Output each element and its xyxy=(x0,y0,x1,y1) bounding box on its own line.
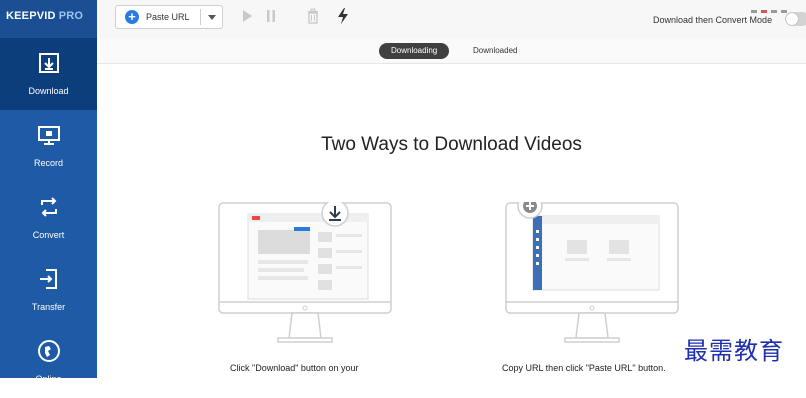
pause-icon[interactable] xyxy=(263,7,279,25)
sidebar-item-label: Transfer xyxy=(31,302,66,312)
convert-icon xyxy=(41,197,57,217)
download-convert-mode-toggle[interactable] xyxy=(785,12,806,26)
trash-icon[interactable] xyxy=(305,7,321,25)
sidebar-item-transfer[interactable]: Transfer xyxy=(0,254,97,326)
play-icon[interactable] xyxy=(239,7,255,25)
online-icon xyxy=(38,340,60,362)
app-logo: KEEPVID PRO xyxy=(0,0,97,38)
way2-caption: Copy URL then click "Paste URL" button. xyxy=(502,363,666,373)
paste-url-illustration xyxy=(505,202,679,343)
button-divider xyxy=(200,9,201,25)
download-tabs: Downloading Downloaded xyxy=(97,38,806,64)
way1-caption: Click "Download" button on your xyxy=(230,363,359,373)
tab-downloaded[interactable]: Downloaded xyxy=(461,43,529,59)
toolbar: + Paste URL Download then Convert Mode xyxy=(97,0,806,39)
paste-url-label: Paste URL xyxy=(146,12,190,22)
sidebar-item-download[interactable]: Download xyxy=(0,38,97,110)
turbo-icon[interactable] xyxy=(335,7,351,25)
transfer-icon xyxy=(40,269,57,289)
sidebar-item-label: Online xyxy=(35,374,62,384)
record-icon xyxy=(38,126,60,145)
tab-downloading[interactable]: Downloading xyxy=(379,43,450,59)
watermark: 最需教育 xyxy=(684,337,784,365)
sidebar-item-label: Download xyxy=(28,86,69,96)
download-icon xyxy=(39,53,59,73)
sidebar-item-record[interactable]: Record xyxy=(0,110,97,182)
window-controls[interactable] xyxy=(751,0,806,13)
sidebar: KEEPVID PRO Download Record Convert Tran… xyxy=(0,0,97,384)
sidebar-item-label: Convert xyxy=(32,230,65,240)
paste-url-button[interactable]: + Paste URL xyxy=(115,5,223,29)
toggle-knob xyxy=(786,13,798,25)
download-convert-mode-label: Download then Convert Mode xyxy=(653,15,773,25)
browser-download-illustration xyxy=(218,202,392,343)
plus-icon: + xyxy=(125,10,139,24)
page-title: Two Ways to Download Videos xyxy=(321,134,582,155)
chevron-down-icon[interactable] xyxy=(208,15,216,20)
sidebar-item-convert[interactable]: Convert xyxy=(0,182,97,254)
sidebar-item-online[interactable]: Online xyxy=(0,326,97,398)
sidebar-item-label: Record xyxy=(33,158,63,168)
